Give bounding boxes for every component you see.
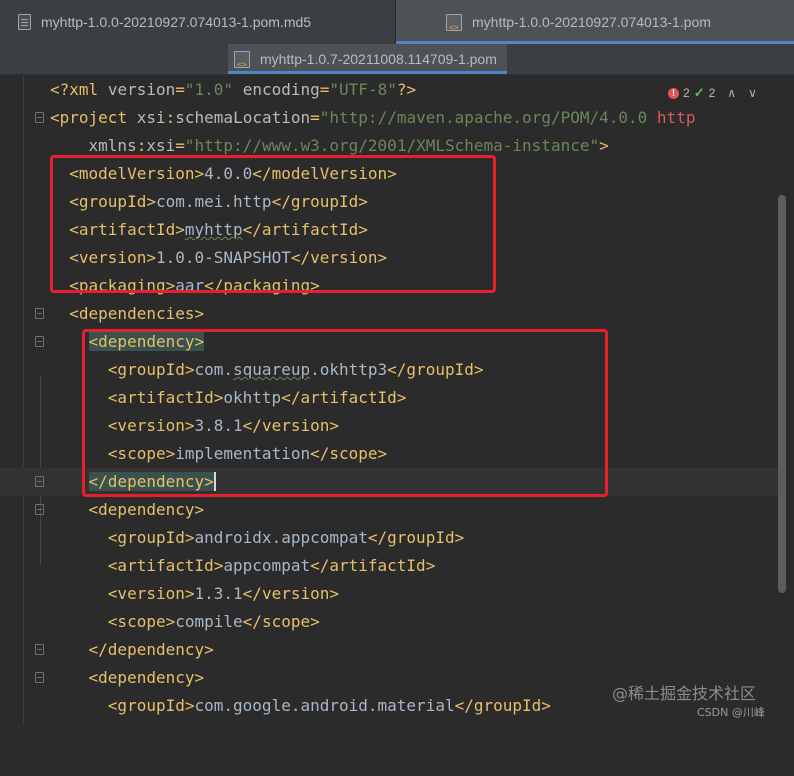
- token: com.google.android.material: [194, 696, 455, 715]
- fold-toggle-icon[interactable]: [35, 644, 44, 655]
- token: xsi: [136, 108, 166, 127]
- xml-file-icon: [234, 50, 250, 69]
- tab-pom-1-0-0[interactable]: myhttp-1.0.0-20210927.074013-1.pom: [396, 0, 794, 44]
- code-line[interactable]: <scope>compile</scope>: [0, 608, 780, 636]
- token: schemaLocation: [175, 108, 311, 127]
- ok-count: 2: [708, 86, 716, 100]
- token: http: [656, 108, 696, 127]
- fold-toggle-icon[interactable]: [35, 308, 44, 319]
- token: 1.3.1: [194, 584, 243, 603]
- token: </version>: [242, 584, 339, 603]
- fold-toggle-icon[interactable]: [35, 336, 44, 347]
- chevron-up-icon[interactable]: ∧: [727, 86, 736, 100]
- tab-label: myhttp-1.0.0-20210927.074013-1.pom.md5: [41, 14, 312, 30]
- token: >: [599, 136, 609, 155]
- token: </artifactId>: [310, 556, 436, 575]
- token: <groupId>: [107, 696, 195, 715]
- code-line[interactable]: <project xsi:schemaLocation="http://mave…: [0, 104, 780, 132]
- token: :: [165, 108, 176, 127]
- token: "http://maven.apache.org/POM/4.0.0: [319, 108, 657, 127]
- code-editor[interactable]: <?xml version="1.0" encoding="UTF-8"?> <…: [0, 75, 794, 725]
- token: "http://www.w3.org/2001/XMLSchema-instan…: [184, 136, 600, 155]
- vertical-scrollbar[interactable]: [778, 195, 786, 593]
- token: <dependency>: [88, 668, 205, 687]
- token: :: [136, 136, 147, 155]
- token: <: [50, 108, 60, 127]
- token: </dependency>: [88, 640, 214, 659]
- annotation-box-dependency: [82, 329, 608, 497]
- code-line[interactable]: <groupId>androidx.appcompat</groupId>: [0, 524, 780, 552]
- code-line[interactable]: <dependency>: [0, 496, 780, 524]
- token: "1.0": [184, 80, 234, 99]
- tab-label: myhttp-1.0.7-20211008.114709-1.pom: [260, 51, 497, 67]
- fold-toggle-icon[interactable]: [35, 476, 44, 487]
- xml-file-icon: [446, 13, 462, 32]
- token: project: [59, 108, 128, 127]
- token: ?>: [396, 80, 417, 99]
- tab-pom-md5[interactable]: myhttp-1.0.0-20210927.074013-1.pom.md5: [0, 0, 396, 44]
- chevron-down-icon[interactable]: ∨: [748, 86, 757, 100]
- token: appcompat: [223, 556, 311, 575]
- token: <?: [50, 80, 70, 99]
- tab-label: myhttp-1.0.0-20210927.074013-1.pom: [472, 14, 711, 30]
- fold-toggle-icon[interactable]: [35, 112, 44, 123]
- token: </groupId>: [454, 696, 551, 715]
- error-count: 2: [683, 86, 690, 100]
- token: <groupId>: [107, 528, 195, 547]
- token: xml: [69, 80, 99, 99]
- editor-tab-bar: myhttp-1.0.0-20210927.074013-1.pom.md5 m…: [0, 0, 794, 45]
- token: <version>: [107, 584, 195, 603]
- code-line[interactable]: <artifactId>appcompat</artifactId>: [0, 552, 780, 580]
- check-icon: ✓: [693, 85, 705, 100]
- code-line[interactable]: <dependencies>: [0, 300, 780, 328]
- token: =: [175, 136, 185, 155]
- tab-pom-1-0-7[interactable]: myhttp-1.0.7-20211008.114709-1.pom: [228, 44, 507, 74]
- token: androidx.appcompat: [194, 528, 368, 547]
- token: compile: [175, 612, 243, 631]
- text-file-icon: [18, 14, 31, 30]
- token: "UTF-8": [329, 80, 397, 99]
- editor-tab-bar-row-2: myhttp-1.0.7-20211008.114709-1.pom: [0, 44, 794, 75]
- token: </groupId>: [367, 528, 465, 547]
- code-line[interactable]: <version>1.3.1</version>: [0, 580, 780, 608]
- token: xsi: [146, 136, 176, 155]
- token: <dependencies>: [69, 304, 205, 323]
- token: =: [319, 80, 330, 99]
- token: <artifactId>: [107, 556, 224, 575]
- token: =: [310, 108, 320, 127]
- watermark-credit: CSDN @川峰: [697, 706, 765, 719]
- token: <dependency>: [88, 500, 205, 519]
- inspections-widget[interactable]: ! 2 ✓ 2 ∧ ∨: [668, 84, 757, 102]
- fold-toggle-icon[interactable]: [35, 672, 44, 683]
- fold-toggle-icon[interactable]: [35, 504, 44, 515]
- token: version: [107, 80, 176, 99]
- token: </scope>: [242, 612, 320, 631]
- code-line[interactable]: </dependency>: [0, 636, 780, 664]
- token: <scope>: [107, 612, 176, 631]
- watermark: @稀土掘金技术社区: [612, 684, 757, 703]
- error-icon: !: [668, 87, 679, 99]
- token: encoding: [242, 80, 320, 99]
- code-line[interactable]: <?xml version="1.0" encoding="UTF-8"?>: [0, 76, 780, 104]
- annotation-box-project-info: [50, 155, 496, 293]
- token: xmlns: [88, 136, 137, 155]
- token: =: [175, 80, 185, 99]
